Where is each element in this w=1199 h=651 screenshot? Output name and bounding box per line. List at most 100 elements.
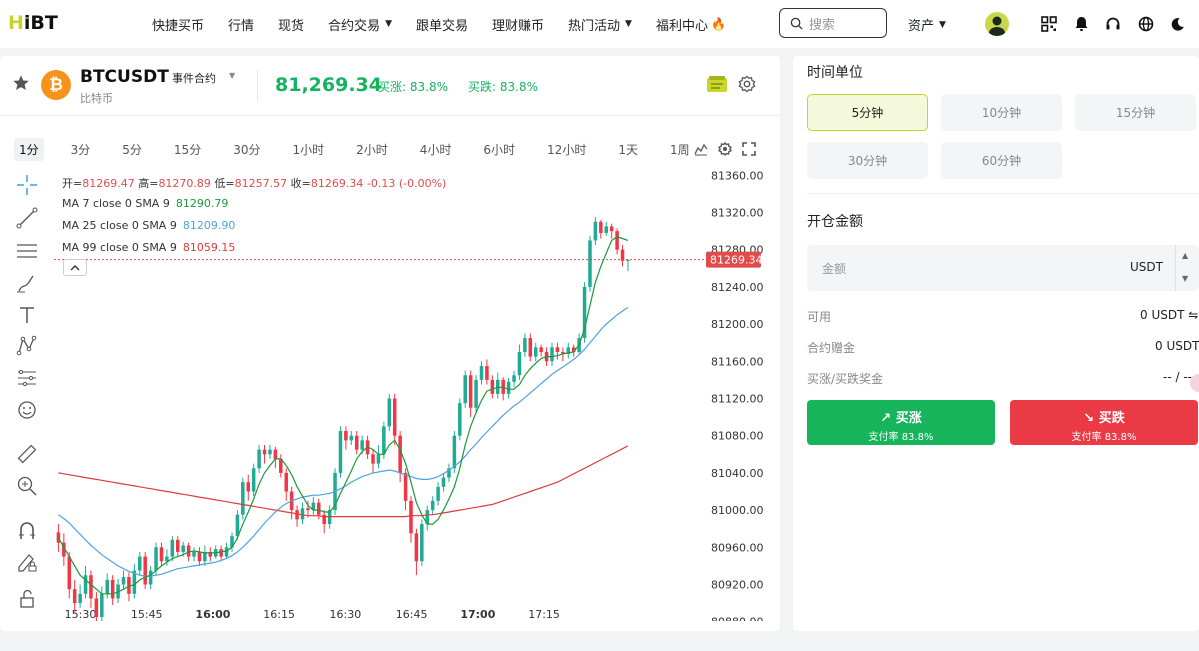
nav-item-1[interactable]: 行情 [228, 15, 254, 34]
trend-line-icon[interactable] [14, 207, 40, 229]
qr-code-icon[interactable] [1039, 14, 1059, 34]
time-unit-option-3[interactable]: 30分钟 [807, 142, 928, 179]
candle-body [593, 221, 598, 241]
symbol-dropdown-icon[interactable]: ▼ [229, 71, 235, 80]
favorite-star-icon[interactable] [12, 74, 30, 96]
moon-icon[interactable] [1167, 14, 1187, 34]
headset-icon[interactable] [1103, 14, 1123, 34]
chevron-down-icon: ▼ [385, 19, 392, 29]
nav-item-4[interactable]: 跟单交易 [416, 15, 468, 34]
amount-input[interactable]: 金额 USDT ▲ ▼ [807, 245, 1199, 291]
chart-settings-icon[interactable] [718, 141, 732, 160]
timeframe-5[interactable]: 1小时 [287, 138, 329, 161]
candle-body [376, 454, 381, 464]
collapse-legend-button[interactable] [63, 259, 87, 276]
indicator-icon[interactable] [694, 141, 708, 160]
y-tick-label: 80880.00 [711, 616, 764, 621]
nav-item-7[interactable]: 福利中心 🔥 [656, 15, 726, 34]
candle-body [604, 226, 609, 233]
y-tick-label: 81200.00 [711, 318, 764, 331]
candle-body [392, 398, 397, 436]
time-unit-option-4[interactable]: 60分钟 [941, 142, 1062, 179]
buy-up-button[interactable]: ↗ 买涨 支付率 83.8% [807, 400, 995, 445]
time-unit-option-2[interactable]: 15分钟 [1075, 94, 1196, 131]
nav-item-2[interactable]: 现货 [278, 15, 304, 34]
symbol-subtitle: 比特币 [80, 92, 113, 105]
candle-body [181, 545, 185, 552]
timeframe-1[interactable]: 3分 [66, 138, 96, 161]
timeframe-6[interactable]: 2小时 [351, 138, 393, 161]
ma99-line [58, 445, 629, 518]
avatar[interactable] [985, 12, 1009, 36]
text-tool-icon[interactable] [14, 304, 40, 326]
candlestick-chart[interactable]: 81360.0081320.0081280.0081240.0081200.00… [48, 166, 768, 621]
candle-body [414, 533, 419, 562]
amount-stepper[interactable]: ▲ ▼ [1175, 245, 1199, 291]
candle-body [409, 500, 413, 534]
decrease-icon[interactable]: ▼ [1182, 274, 1188, 283]
ma7-line [57, 236, 629, 595]
candle-body [295, 510, 299, 520]
time-unit-option-1[interactable]: 10分钟 [941, 94, 1062, 131]
candle-body [588, 240, 592, 287]
unlock-icon[interactable] [14, 587, 40, 609]
search-box[interactable]: 搜索 [779, 8, 887, 38]
timeframe-9[interactable]: 12小时 [542, 138, 591, 161]
ruler-icon[interactable] [14, 443, 40, 465]
bell-icon[interactable] [1071, 14, 1091, 34]
timeframe-7[interactable]: 4小时 [415, 138, 457, 161]
candle-body [555, 347, 560, 352]
candle-body [165, 556, 169, 562]
timeframe-10[interactable]: 1天 [613, 138, 643, 161]
transfer-icon[interactable]: ⇋ [1188, 308, 1198, 322]
emoji-icon[interactable] [14, 399, 40, 421]
candle-body [105, 579, 109, 594]
timeframe-8[interactable]: 6小时 [478, 138, 520, 161]
candle-body [89, 575, 93, 599]
zoom-in-icon[interactable] [14, 475, 40, 497]
buy-down-button[interactable]: ↘ 买跌 支付率 83.8% [1010, 400, 1198, 445]
timeframe-2[interactable]: 5分 [117, 138, 147, 161]
fullscreen-icon[interactable] [742, 141, 756, 160]
nav-item-5[interactable]: 理财赚币 [492, 15, 544, 34]
measure-lines-icon[interactable] [14, 367, 40, 389]
x-tick-label: 15:45 [131, 608, 163, 621]
timeframe-11[interactable]: 1周 [665, 138, 695, 161]
hibt-logo[interactable]: HiBT [8, 12, 58, 34]
globe-icon[interactable] [1136, 14, 1156, 34]
timeframe-3[interactable]: 15分 [169, 138, 206, 161]
chevron-up-icon [70, 264, 80, 270]
candle-body [599, 221, 603, 233]
settings-gear-icon[interactable] [738, 75, 756, 97]
candle-body [533, 347, 538, 357]
nav-item-3[interactable]: 合约交易 ▼ [328, 15, 392, 34]
last-price: 81,269.34 [275, 74, 382, 96]
x-tick-label: 16:45 [396, 608, 428, 621]
fire-icon: 🔥 [710, 17, 726, 31]
nav-item-6[interactable]: 热门活动 ▼ [568, 15, 632, 34]
pattern-icon[interactable] [14, 335, 40, 357]
increase-icon[interactable]: ▲ [1182, 251, 1188, 260]
crosshair-icon[interactable] [14, 174, 40, 196]
divider [257, 70, 258, 102]
time-unit-option-0[interactable]: 5分钟 [807, 94, 928, 131]
candle-body [67, 556, 72, 590]
brush-icon[interactable] [14, 272, 40, 294]
close-value: 81269.34 [310, 177, 364, 190]
magnet-icon[interactable] [14, 519, 40, 541]
nav-item-0[interactable]: 快捷买币 [152, 15, 204, 34]
lock-drawing-icon[interactable] [14, 551, 40, 573]
y-tick-label: 81080.00 [711, 430, 764, 443]
floating-handle[interactable] [1190, 374, 1199, 392]
candle-body [458, 403, 462, 436]
timeframe-4[interactable]: 30分 [228, 138, 265, 161]
candle-body [100, 593, 104, 618]
candle-body [159, 547, 164, 562]
symbol-name[interactable]: BTCUSDT [80, 67, 169, 87]
main-menu: 快捷买币 行情 现货 合约交易 ▼ 跟单交易 理财赚币 热门活动 ▼ 福利中心 🔥 [152, 0, 750, 48]
horizontal-lines-icon[interactable] [14, 240, 40, 262]
candle-body [609, 226, 614, 232]
ticket-icon[interactable] [706, 75, 728, 97]
assets-menu[interactable]: 资产 ▼ [908, 15, 946, 34]
timeframe-0[interactable]: 1分 [14, 137, 44, 161]
